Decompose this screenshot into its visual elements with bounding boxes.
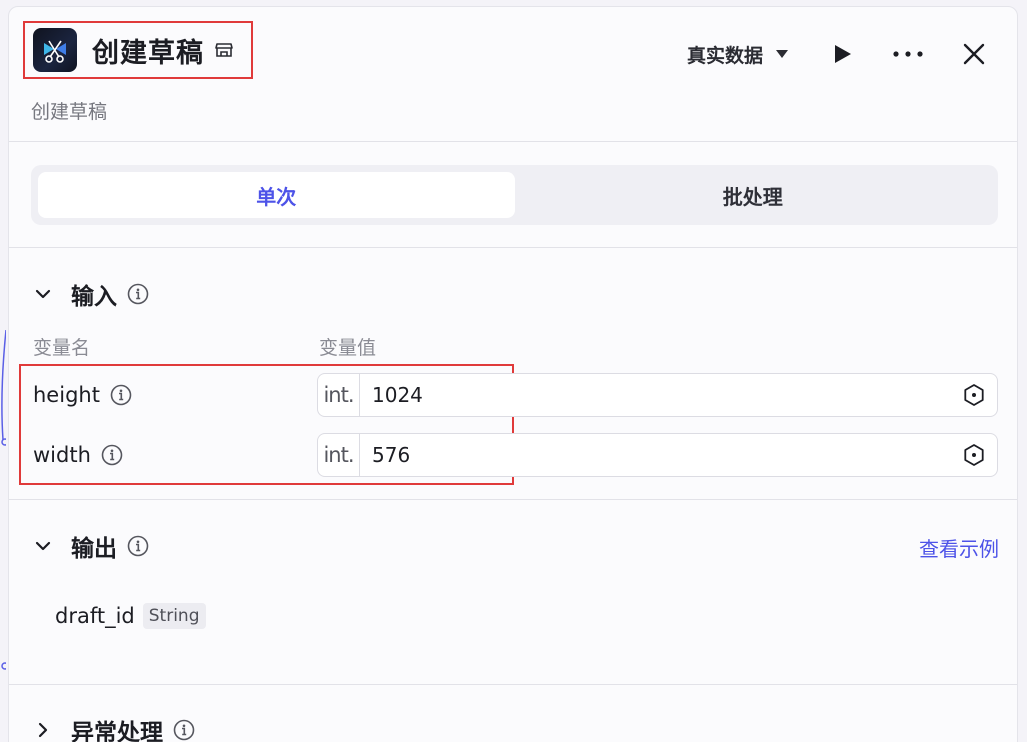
section-divider xyxy=(9,499,1017,500)
width-value-field[interactable]: int. 576 xyxy=(317,433,998,477)
var-name-height: height xyxy=(33,383,132,407)
info-icon[interactable] xyxy=(127,535,149,557)
node-description: 创建草稿 xyxy=(31,101,108,123)
run-mode-tabs: 单次 批处理 xyxy=(31,165,998,225)
more-horizontal-icon xyxy=(893,51,923,57)
tab-single[interactable]: 单次 xyxy=(38,172,515,218)
output-field-name: draft_id xyxy=(55,604,135,628)
exception-section-title: 异常处理 xyxy=(71,720,163,742)
width-value-input[interactable]: 576 xyxy=(372,443,961,467)
view-example-link[interactable]: 查看示例 xyxy=(919,533,999,562)
column-label-value: 变量值 xyxy=(319,337,377,359)
output-section-header: 输出 xyxy=(33,529,149,563)
data-mode-select[interactable]: 真实数据 xyxy=(687,41,789,68)
type-badge: int. xyxy=(318,374,360,416)
var-name-label: height xyxy=(33,383,100,407)
node-title-highlight: 创建草稿 xyxy=(23,21,253,79)
output-section-title: 输出 xyxy=(71,536,117,562)
chevron-down-icon[interactable] xyxy=(33,536,53,556)
canvas-edge-line xyxy=(1,330,6,670)
close-icon xyxy=(963,43,985,65)
node-title: 创建草稿 xyxy=(92,37,204,69)
data-mode-label: 真实数据 xyxy=(686,44,763,67)
capcut-app-icon xyxy=(33,28,77,72)
play-icon xyxy=(835,45,851,63)
info-icon[interactable] xyxy=(173,719,195,741)
close-button[interactable] xyxy=(957,37,991,71)
var-name-width: width xyxy=(33,443,123,467)
plugin-store-icon[interactable] xyxy=(214,40,234,60)
caret-down-icon xyxy=(776,50,788,58)
info-icon[interactable] xyxy=(127,283,149,305)
output-field-row: draft_id String xyxy=(55,603,206,629)
tabs-divider xyxy=(9,247,1017,248)
var-name-label: width xyxy=(33,443,91,467)
input-section-title: 输入 xyxy=(71,284,117,310)
exception-section-header: 异常处理 xyxy=(33,713,195,742)
output-type-badge: String xyxy=(142,603,206,629)
header-actions: 真实数据 xyxy=(687,37,991,71)
info-icon[interactable] xyxy=(101,444,123,466)
chevron-down-icon[interactable] xyxy=(33,284,53,304)
type-badge: int. xyxy=(318,434,360,476)
info-icon[interactable] xyxy=(110,384,132,406)
height-value-input[interactable]: 1024 xyxy=(372,383,961,407)
run-button[interactable] xyxy=(825,37,859,71)
input-section-header: 输入 xyxy=(33,277,149,311)
variable-reference-icon[interactable] xyxy=(961,442,987,468)
height-value-field[interactable]: int. 1024 xyxy=(317,373,998,417)
node-test-panel: 创建草稿 创建草稿 真实数据 单次 批处理 输入 变量名 变量值 height … xyxy=(8,6,1018,742)
section-divider xyxy=(9,684,1017,685)
chevron-right-icon[interactable] xyxy=(33,720,53,740)
column-label-name: 变量名 xyxy=(33,337,91,359)
variable-reference-icon[interactable] xyxy=(961,382,987,408)
more-button[interactable] xyxy=(891,37,925,71)
panel-header: 创建草稿 创建草稿 真实数据 xyxy=(9,7,1017,142)
tab-batch[interactable]: 批处理 xyxy=(515,172,992,218)
